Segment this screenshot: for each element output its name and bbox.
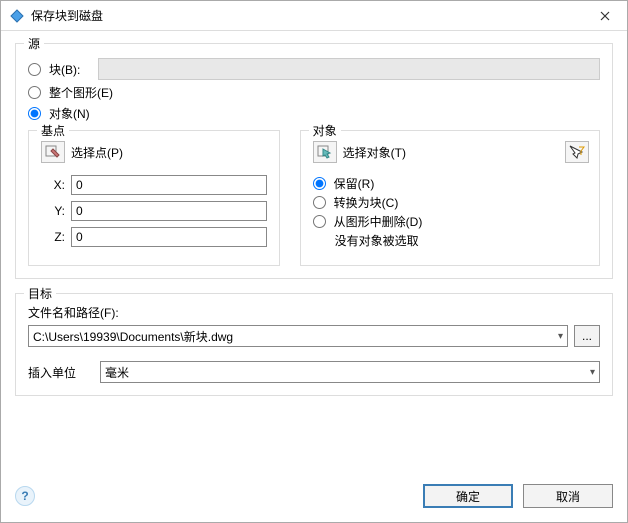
radio-block[interactable] (28, 63, 41, 76)
block-name-combo[interactable] (98, 58, 600, 80)
pick-point-label: 选择点(P) (71, 144, 123, 161)
radio-row-whole[interactable]: 整个图形(E) (28, 84, 600, 101)
radio-objects-label: 对象(N) (49, 105, 90, 122)
chevron-down-icon: ▾ (590, 367, 595, 378)
radio-row-retain[interactable]: 保留(R) (313, 175, 587, 192)
y-input[interactable] (71, 201, 267, 221)
source-group-label: 源 (24, 35, 44, 52)
cancel-button[interactable]: 取消 (523, 484, 613, 508)
radio-row-block[interactable]: 块(B): (28, 58, 600, 80)
browse-label: ... (582, 329, 592, 343)
z-input[interactable] (71, 227, 267, 247)
chevron-down-icon: ▾ (558, 331, 563, 342)
radio-delete-label: 从图形中删除(D) (334, 213, 423, 230)
radio-convert-label: 转换为块(C) (334, 194, 399, 211)
close-button[interactable] (583, 1, 627, 30)
units-label: 插入单位 (28, 364, 76, 381)
objects-group: 对象 选择对象(T) 保留(R) (300, 130, 600, 266)
close-icon (600, 11, 610, 21)
pick-point-icon (45, 145, 61, 159)
path-value: C:\Users\19939\Documents\新块.dwg (33, 328, 558, 345)
footer: ? 确定 取消 (1, 482, 627, 522)
path-label: 文件名和路径(F): (28, 304, 600, 321)
radio-delete[interactable] (313, 215, 326, 228)
no-objects-message: 没有对象被选取 (335, 232, 587, 249)
basepoint-group-label: 基点 (37, 122, 69, 139)
help-icon: ? (21, 489, 28, 503)
ok-label: 确定 (456, 488, 480, 505)
units-value: 毫米 (105, 364, 590, 381)
path-combo[interactable]: C:\Users\19939\Documents\新块.dwg ▾ (28, 325, 568, 347)
basepoint-group: 基点 选择点(P) X: Y: (28, 130, 280, 266)
cursor-filter-icon (569, 145, 585, 159)
radio-convert[interactable] (313, 196, 326, 209)
x-label: X: (41, 178, 65, 192)
select-objects-icon (317, 145, 333, 159)
source-group: 源 块(B): 整个图形(E) 对象(N) 基点 (15, 43, 613, 279)
app-icon (9, 8, 25, 24)
dialog-window: 保存块到磁盘 源 块(B): 整个图形(E) 对象(N) (0, 0, 628, 523)
x-input[interactable] (71, 175, 267, 195)
y-label: Y: (41, 204, 65, 218)
radio-row-objects[interactable]: 对象(N) (28, 105, 600, 122)
browse-button[interactable]: ... (574, 325, 600, 347)
radio-retain[interactable] (313, 177, 326, 190)
radio-retain-label: 保留(R) (334, 175, 375, 192)
select-objects-label: 选择对象(T) (343, 144, 406, 161)
window-title: 保存块到磁盘 (31, 7, 583, 24)
quick-select-button[interactable] (565, 141, 589, 163)
radio-whole[interactable] (28, 86, 41, 99)
target-group: 目标 文件名和路径(F): C:\Users\19939\Documents\新… (15, 293, 613, 396)
ok-button[interactable]: 确定 (423, 484, 513, 508)
titlebar: 保存块到磁盘 (1, 1, 627, 31)
select-objects-button[interactable] (313, 141, 337, 163)
objects-group-label: 对象 (309, 122, 341, 139)
help-button[interactable]: ? (15, 486, 35, 506)
content-area: 源 块(B): 整个图形(E) 对象(N) 基点 (1, 31, 627, 482)
radio-row-delete[interactable]: 从图形中删除(D) (313, 213, 587, 230)
units-combo[interactable]: 毫米 ▾ (100, 361, 600, 383)
cancel-label: 取消 (556, 488, 580, 505)
target-group-label: 目标 (24, 285, 56, 302)
radio-block-label: 块(B): (49, 61, 80, 78)
pick-point-button[interactable] (41, 141, 65, 163)
radio-whole-label: 整个图形(E) (49, 84, 113, 101)
radio-row-convert[interactable]: 转换为块(C) (313, 194, 587, 211)
z-label: Z: (41, 230, 65, 244)
radio-objects[interactable] (28, 107, 41, 120)
